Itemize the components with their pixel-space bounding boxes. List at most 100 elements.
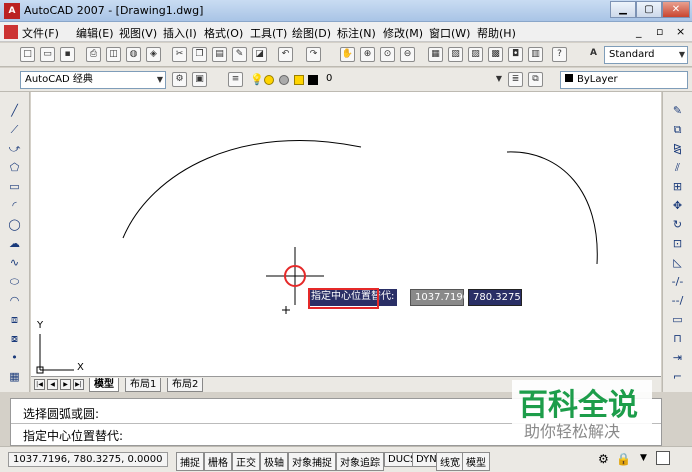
point-icon[interactable]: • [6, 349, 23, 366]
hatch-icon[interactable]: ▦ [6, 368, 23, 385]
drawing-canvas[interactable]: Y X [31, 92, 661, 376]
lock-icon[interactable] [294, 75, 304, 85]
arc-icon[interactable]: ◜ [6, 197, 23, 214]
menu-insert[interactable]: 插入(I) [163, 25, 197, 41]
mirror-icon[interactable]: ⧎ [669, 140, 686, 157]
lineweight-toggle[interactable]: 线宽 [436, 452, 464, 471]
doc-close-button[interactable]: × [676, 25, 685, 38]
doc-minimize-button[interactable]: _ [636, 25, 642, 38]
construction-line-icon[interactable]: ⟋ [6, 121, 23, 138]
plot-icon[interactable]: ⎙ [86, 47, 101, 62]
calculator-icon[interactable]: ▥ [528, 47, 543, 62]
array-icon[interactable]: ⊞ [669, 178, 686, 195]
make-current-layer-icon[interactable]: ≣ [508, 72, 523, 87]
fillet-icon[interactable]: ⌐ [669, 368, 686, 385]
dynamic-input-y-field[interactable]: 780.3275 [468, 289, 522, 306]
minimize-button[interactable]: ▁ [610, 1, 636, 18]
redo-icon[interactable]: ↷ [306, 47, 321, 62]
otrack-toggle[interactable]: 对象追踪 [336, 452, 384, 471]
zoom-window-icon[interactable]: ⊙ [380, 47, 395, 62]
command-prompt-line[interactable]: 指定中心位置替代: [23, 427, 123, 444]
paste-icon[interactable]: ▤ [212, 47, 227, 62]
snap-toggle[interactable]: 捕捉 [176, 452, 204, 471]
revision-cloud-icon[interactable]: ☁ [6, 235, 23, 252]
layer-previous-icon[interactable]: ⧉ [528, 72, 543, 87]
tab-model[interactable]: 模型 [89, 378, 119, 392]
pan-icon[interactable]: ✋ [340, 47, 355, 62]
ortho-toggle[interactable]: 正交 [232, 452, 260, 471]
block-editor-icon[interactable]: ◪ [252, 47, 267, 62]
sun-icon[interactable] [264, 75, 274, 85]
join-icon[interactable]: ⊓ [669, 330, 686, 347]
tab-layout1[interactable]: 布局1 [125, 378, 162, 392]
menu-tools[interactable]: 工具(T) [250, 25, 287, 41]
scale-icon[interactable]: ⊡ [669, 235, 686, 252]
dynamic-input-x-field[interactable]: 1037.7196 [410, 289, 469, 306]
workspace-combo[interactable]: AutoCAD 经典 ▼ [20, 71, 166, 89]
menu-view[interactable]: 视图(V) [119, 25, 157, 41]
doc-restore-button[interactable]: ▫ [656, 25, 663, 38]
sheet-set-icon[interactable]: ▩ [488, 47, 503, 62]
menu-help[interactable]: 帮助(H) [477, 25, 516, 41]
copy-clip-icon[interactable]: ❐ [192, 47, 207, 62]
copy-icon[interactable]: ⧉ [669, 121, 686, 138]
properties-icon[interactable]: ▦ [428, 47, 443, 62]
arc-left[interactable] [122, 139, 362, 239]
maximize-button[interactable]: ▢ [636, 1, 662, 18]
polar-toggle[interactable]: 极轴 [260, 452, 288, 471]
menu-modify[interactable]: 修改(M) [383, 25, 423, 41]
spline-icon[interactable]: ∿ [6, 254, 23, 271]
design-center-icon[interactable]: ▧ [448, 47, 463, 62]
extend-icon[interactable]: --/ [669, 292, 686, 309]
prev-tab-button[interactable]: ◀ [47, 379, 58, 390]
layer-manager-icon[interactable]: ≡ [228, 72, 243, 87]
break-icon[interactable]: ▭ [669, 311, 686, 328]
layer-combo[interactable]: 0 ▼ [322, 71, 504, 89]
my-workspace-icon[interactable]: ▣ [192, 72, 207, 87]
menu-dimension[interactable]: 标注(N) [337, 25, 376, 41]
new-file-icon[interactable]: □ [20, 47, 35, 62]
trim-icon[interactable]: -/- [669, 273, 686, 290]
close-button[interactable]: ✕ [662, 1, 690, 18]
etransmit-icon[interactable]: ◈ [146, 47, 161, 62]
color-combo[interactable]: ByLayer [560, 71, 688, 89]
plot-preview-icon[interactable]: ◫ [106, 47, 121, 62]
osnap-toggle[interactable]: 对象捕捉 [288, 452, 336, 471]
zoom-previous-icon[interactable]: ⊖ [400, 47, 415, 62]
make-block-icon[interactable]: ⧇ [6, 330, 23, 347]
text-style-combo[interactable]: Standard ▼ [604, 46, 688, 64]
polyline-icon[interactable]: ⤻ [6, 140, 23, 157]
grid-toggle[interactable]: 栅格 [204, 452, 232, 471]
chamfer-icon[interactable]: ⇥ [669, 349, 686, 366]
polygon-icon[interactable]: ⬠ [6, 159, 23, 176]
next-tab-button[interactable]: ▶ [60, 379, 71, 390]
workspace-settings-icon[interactable]: ⚙ [172, 72, 187, 87]
markup-icon[interactable]: ◘ [508, 47, 523, 62]
menu-file[interactable]: 文件(F) [22, 25, 59, 41]
menu-draw[interactable]: 绘图(D) [292, 25, 331, 41]
menu-format[interactable]: 格式(O) [204, 25, 243, 41]
insert-block-icon[interactable]: ⧈ [6, 311, 23, 328]
menu-edit[interactable]: 编辑(E) [76, 25, 114, 41]
last-tab-button[interactable]: ▶| [73, 379, 84, 390]
move-icon[interactable]: ✥ [669, 197, 686, 214]
undo-icon[interactable]: ↶ [278, 47, 293, 62]
model-toggle[interactable]: 模型 [462, 452, 490, 471]
cut-icon[interactable]: ✂ [172, 47, 187, 62]
coordinate-readout[interactable]: 1037.7196, 780.3275, 0.0000 [8, 452, 168, 467]
publish-icon[interactable]: ◍ [126, 47, 141, 62]
match-properties-icon[interactable]: ✎ [232, 47, 247, 62]
open-file-icon[interactable]: ▭ [40, 47, 55, 62]
rotate-icon[interactable]: ↻ [669, 216, 686, 233]
ellipse-icon[interactable]: ⬭ [6, 273, 23, 290]
chevron-down-icon[interactable]: ▼ [640, 453, 647, 463]
menu-window[interactable]: 窗口(W) [429, 25, 470, 41]
rectangle-icon[interactable]: ▭ [6, 178, 23, 195]
lightbulb-icon[interactable]: 💡 [250, 73, 264, 86]
document-icon[interactable] [4, 25, 18, 39]
ellipse-arc-icon[interactable]: ◠ [6, 292, 23, 309]
clean-screen-icon[interactable] [656, 451, 670, 465]
tab-layout2[interactable]: 布局2 [167, 378, 204, 392]
circle-icon[interactable]: ◯ [6, 216, 23, 233]
first-tab-button[interactable]: |◀ [34, 379, 45, 390]
